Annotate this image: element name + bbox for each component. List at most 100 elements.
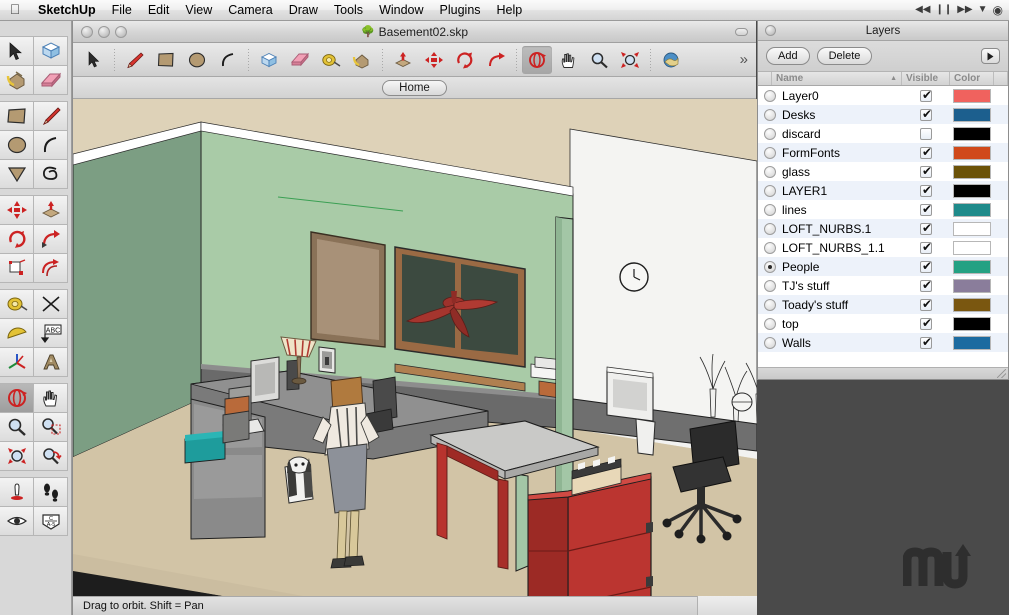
orbit-tool-button[interactable] xyxy=(522,46,552,74)
layer-color-cell[interactable] xyxy=(950,165,994,179)
layer-row[interactable]: Desks xyxy=(758,105,1008,124)
orbit-tool[interactable] xyxy=(0,383,34,413)
hand-icon[interactable] xyxy=(33,383,68,413)
visible-checkbox[interactable] xyxy=(920,337,932,349)
axes-icon[interactable] xyxy=(0,347,34,377)
layer-row[interactable]: People xyxy=(758,257,1008,276)
tape-measure-button[interactable] xyxy=(316,46,346,74)
color-swatch[interactable] xyxy=(953,203,991,217)
visible-checkbox[interactable] xyxy=(920,223,932,235)
polygon-tool[interactable] xyxy=(0,159,34,189)
fast-forward-icon[interactable]: ▶▶ xyxy=(957,5,972,15)
followme-icon[interactable] xyxy=(33,224,68,254)
eraser-tool[interactable] xyxy=(33,65,68,95)
layers-list[interactable]: Layer0DesksdiscardFormFontsglassLAYER1li… xyxy=(758,86,1008,367)
layer-row[interactable]: top xyxy=(758,314,1008,333)
move-tool-button[interactable] xyxy=(419,46,449,74)
document-titlebar[interactable]: 🌳 Basement02.skp xyxy=(73,21,756,43)
menu-file[interactable]: File xyxy=(104,0,140,21)
select-tool-button[interactable] xyxy=(79,46,109,74)
pushpull-button[interactable] xyxy=(388,46,418,74)
layer-visible-cell[interactable] xyxy=(902,147,950,159)
select-tool[interactable] xyxy=(0,36,34,66)
menu-draw[interactable]: Draw xyxy=(281,0,326,21)
globe-icon[interactable] xyxy=(656,46,686,74)
scene-tab-home[interactable]: Home xyxy=(382,80,447,96)
magnifier-icon[interactable] xyxy=(0,412,34,442)
eye-icon[interactable] xyxy=(0,506,34,536)
layer-color-cell[interactable] xyxy=(950,108,994,122)
tape-measure-icon[interactable] xyxy=(0,289,34,319)
layer-color-cell[interactable] xyxy=(950,146,994,160)
3d-viewport[interactable] xyxy=(73,99,757,596)
add-layer-button[interactable]: Add xyxy=(766,47,810,65)
layer-visible-cell[interactable] xyxy=(902,204,950,216)
layer-visible-cell[interactable] xyxy=(902,90,950,102)
zoom-window-icon[interactable] xyxy=(33,412,68,442)
zoom-extents-icon[interactable] xyxy=(0,441,34,471)
menu-camera[interactable]: Camera xyxy=(220,0,280,21)
circle-tool-button[interactable] xyxy=(182,46,212,74)
toolbar-toggle-button[interactable] xyxy=(735,28,748,36)
move-arrows-icon[interactable] xyxy=(0,195,34,225)
protractor-icon[interactable] xyxy=(0,318,34,348)
pause-icon[interactable]: ❙❙ xyxy=(935,5,952,15)
position-camera-icon[interactable] xyxy=(0,477,34,507)
color-swatch[interactable] xyxy=(953,165,991,179)
layer-color-cell[interactable] xyxy=(950,241,994,255)
visible-checkbox[interactable] xyxy=(920,318,932,330)
menu-window[interactable]: Window xyxy=(371,0,431,21)
chevron-down-icon[interactable]: ▼ xyxy=(978,5,988,15)
visible-checkbox[interactable] xyxy=(920,128,932,140)
layer-color-cell[interactable] xyxy=(950,184,994,198)
layer-color-cell[interactable] xyxy=(950,260,994,274)
layer-color-cell[interactable] xyxy=(950,222,994,236)
column-header-visible[interactable]: Visible xyxy=(902,72,950,85)
pencil-icon[interactable] xyxy=(33,101,68,131)
color-swatch[interactable] xyxy=(953,317,991,331)
visible-checkbox[interactable] xyxy=(920,299,932,311)
previous-view-icon[interactable] xyxy=(33,441,68,471)
apple-logo-icon[interactable]:  xyxy=(0,2,30,18)
layer-row[interactable]: LAYER1 xyxy=(758,181,1008,200)
active-layer-radio[interactable] xyxy=(758,185,782,197)
column-header-color[interactable]: Color xyxy=(950,72,994,85)
menu-help[interactable]: Help xyxy=(489,0,531,21)
layer-color-cell[interactable] xyxy=(950,203,994,217)
layer-color-cell[interactable] xyxy=(950,336,994,350)
dimension-icon[interactable] xyxy=(33,289,68,319)
color-swatch[interactable] xyxy=(953,108,991,122)
make-component-tool[interactable] xyxy=(33,36,68,66)
layer-visible-cell[interactable] xyxy=(902,337,950,349)
pushpull-icon[interactable] xyxy=(33,195,68,225)
visible-checkbox[interactable] xyxy=(920,109,932,121)
paint-bucket-tool[interactable] xyxy=(0,65,34,95)
layer-row[interactable]: TJ's stuff xyxy=(758,276,1008,295)
layer-visible-cell[interactable] xyxy=(902,318,950,330)
pan-tool-button[interactable] xyxy=(553,46,583,74)
menu-plugins[interactable]: Plugins xyxy=(432,0,489,21)
arc-tool-button[interactable] xyxy=(213,46,243,74)
column-header-name[interactable]: Name ▲ xyxy=(772,72,902,85)
active-layer-radio[interactable] xyxy=(758,337,782,349)
layer-visible-cell[interactable] xyxy=(902,185,950,197)
delete-layer-button[interactable]: Delete xyxy=(817,47,873,65)
rotate-icon[interactable] xyxy=(0,224,34,254)
layer-row[interactable]: lines xyxy=(758,200,1008,219)
active-layer-radio[interactable] xyxy=(758,280,782,292)
toolbar-overflow-button[interactable]: » xyxy=(740,51,756,68)
active-layer-radio[interactable] xyxy=(758,242,782,254)
color-swatch[interactable] xyxy=(953,222,991,236)
layers-titlebar[interactable]: Layers xyxy=(758,21,1008,41)
eraser-tool-button[interactable] xyxy=(285,46,315,74)
detail-triangle-icon[interactable] xyxy=(981,48,1000,64)
color-swatch[interactable] xyxy=(953,279,991,293)
color-swatch[interactable] xyxy=(953,241,991,255)
layer-color-cell[interactable] xyxy=(950,317,994,331)
text-abc-icon[interactable]: ABC xyxy=(33,318,68,348)
3d-text-icon[interactable] xyxy=(33,347,68,377)
active-layer-radio[interactable] xyxy=(758,147,782,159)
freehand-tool[interactable] xyxy=(33,159,68,189)
layer-visible-cell[interactable] xyxy=(902,299,950,311)
make-component-button[interactable] xyxy=(254,46,284,74)
